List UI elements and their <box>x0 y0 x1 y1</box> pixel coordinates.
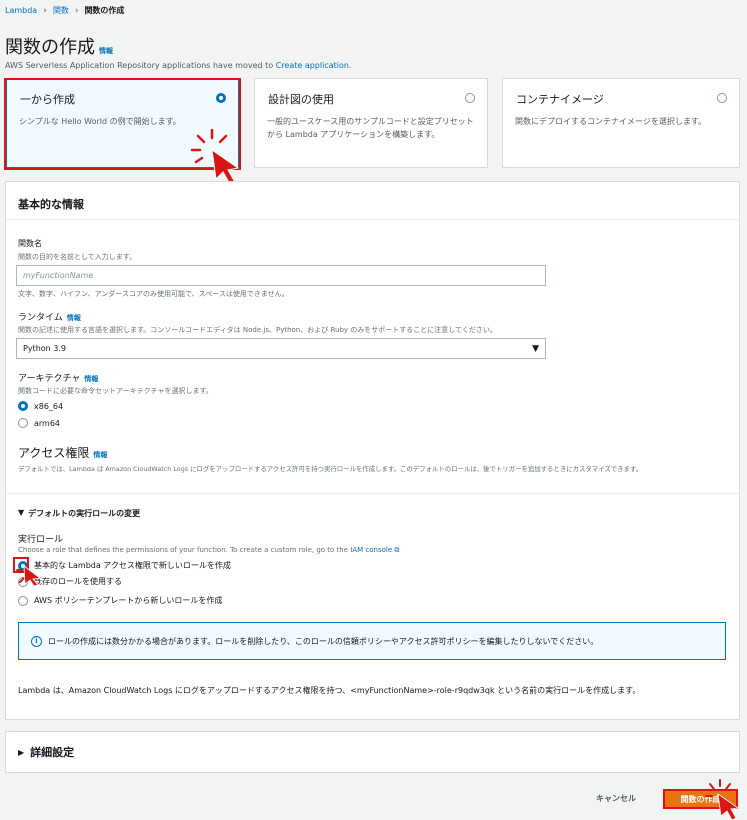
advanced-settings-toggle[interactable]: ▶ 詳細設定 <box>5 731 740 773</box>
option-radio[interactable] <box>465 93 475 103</box>
architecture-info-link[interactable]: 情報 <box>84 375 98 383</box>
function-name-desc: 関数の目的を名前として入力します。 <box>18 253 137 261</box>
notice-suffix: . <box>348 61 352 70</box>
runtime-label: ランタイム 情報 <box>18 310 81 323</box>
option-container-image[interactable]: コンテナイメージ 関数にデプロイするコンテナイメージを選択します。 <box>502 78 740 168</box>
role-info-alert: i ロールの作成には数分かかる場合があります。ロールを削除したり、このロールの信… <box>18 622 726 660</box>
breadcrumb: Lambda › 関数 › 関数の作成 <box>5 5 124 16</box>
role-footer-text: Lambda は、Amazon CloudWatch Logs にログをアップロ… <box>18 686 641 695</box>
caret-down-icon: ▼ <box>532 343 539 354</box>
execution-role-desc: Choose a role that defines the permissio… <box>18 546 399 555</box>
serverless-notice: AWS Serverless Application Repository ap… <box>5 61 352 70</box>
role-info-text: ロールの作成には数分かかる場合があります。ロールを削除したり、このロールの信頼ポ… <box>48 636 599 646</box>
execution-role-desc-text: Choose a role that defines the permissio… <box>18 546 351 554</box>
radio-unselected[interactable] <box>18 595 28 606</box>
radio-selected[interactable] <box>18 401 28 411</box>
runtime-value: Python 3.9 <box>23 344 66 353</box>
breadcrumb-lambda[interactable]: Lambda <box>5 6 37 15</box>
runtime-desc: 関数の記述に使用する言語を選択します。コンソールコードエディタは Node.js… <box>18 326 497 334</box>
default-role-toggle-label: デフォルトの実行ロールの変更 <box>28 509 141 518</box>
cursor-pointer-icon <box>16 565 42 586</box>
execution-role-label: 実行ロール <box>18 535 64 545</box>
option-desc: 関数にデプロイするコンテナイメージを選択します。 <box>515 117 707 126</box>
function-name-label: 関数名 <box>18 239 42 248</box>
page-title-text: 関数の作成 <box>5 37 95 58</box>
option-use-blueprint[interactable]: 設計図の使用 一般的ユースケース用のサンプルコードと設定プリセットから Lamb… <box>254 78 488 168</box>
role-option-label: AWS ポリシーテンプレートから新しいロールを作成 <box>34 596 223 605</box>
arch-option-x86[interactable]: x86_64 <box>18 401 63 411</box>
page-title: 関数の作成 情報 <box>5 33 113 59</box>
advanced-settings-label: 詳細設定 <box>30 746 75 759</box>
function-name-hint: 文字、数字、ハイフン、アンダースコアのみ使用可能で、スペースは使用できません。 <box>18 290 289 298</box>
runtime-label-text: ランタイム <box>18 313 63 323</box>
breadcrumb-functions[interactable]: 関数 <box>53 5 69 16</box>
arch-option-arm64[interactable]: arm64 <box>18 418 60 428</box>
basic-info-panel: 基本的な情報 関数名 関数の目的を名前として入力します。 myFunctionN… <box>5 181 740 720</box>
runtime-info-link[interactable]: 情報 <box>67 314 81 322</box>
default-role-toggle[interactable]: ▼ デフォルトの実行ロールの変更 <box>18 508 140 519</box>
permissions-desc: デフォルトでは、Lambda は Amazon CloudWatch Logs … <box>18 465 643 473</box>
create-application-link[interactable]: Create application <box>276 61 349 70</box>
info-icon: i <box>31 635 42 647</box>
chevron-right-icon: › <box>74 5 79 16</box>
basic-info-header: 基本的な情報 <box>18 198 84 211</box>
arch-option-label: x86_64 <box>34 401 64 411</box>
option-title: コンテナイメージ <box>516 93 604 106</box>
option-title: 設計図の使用 <box>268 93 334 106</box>
function-name-input[interactable]: myFunctionName <box>16 265 546 286</box>
permissions-label-text: アクセス権限 <box>18 446 90 460</box>
option-desc: 一般的ユースケース用のサンプルコードと設定プリセットから Lambda アプリケ… <box>267 117 474 139</box>
permissions-info-link[interactable]: 情報 <box>93 451 107 459</box>
option-radio[interactable] <box>717 93 727 103</box>
cancel-button[interactable]: キャンセル <box>596 793 636 804</box>
title-info-link[interactable]: 情報 <box>99 47 113 55</box>
chevron-right-icon: › <box>43 5 47 16</box>
notice-text: AWS Serverless Application Repository ap… <box>5 61 276 70</box>
radio-unselected[interactable] <box>18 418 28 428</box>
caret-right-icon: ▶ <box>18 747 25 757</box>
role-option-new-basic[interactable]: 基本的な Lambda アクセス権限で新しいロールを作成 <box>18 560 231 571</box>
divider <box>6 219 739 220</box>
role-option-label: 既存のロールを使用する <box>34 577 122 586</box>
cursor-pointer-icon <box>705 779 740 820</box>
arch-option-label: arm64 <box>34 418 61 428</box>
role-option-label: 基本的な Lambda アクセス権限で新しいロールを作成 <box>34 561 231 570</box>
breadcrumb-current: 関数の作成 <box>84 6 125 15</box>
runtime-select[interactable]: Python 3.9 ▼ <box>16 338 546 359</box>
external-link-icon: ⧉ <box>392 546 400 554</box>
divider <box>6 493 739 494</box>
permissions-label: アクセス権限 情報 <box>18 444 107 461</box>
caret-down-icon: ▼ <box>18 508 25 517</box>
architecture-label: アーキテクチャ 情報 <box>18 371 98 384</box>
role-option-policy-template[interactable]: AWS ポリシーテンプレートから新しいロールを作成 <box>18 595 222 606</box>
function-name-placeholder: myFunctionName <box>23 271 94 280</box>
iam-console-link[interactable]: IAM console <box>350 546 392 554</box>
architecture-desc: 関数コードに必要な命令セットアーキテクチャを選択します。 <box>18 387 213 395</box>
architecture-label-text: アーキテクチャ <box>18 374 81 384</box>
